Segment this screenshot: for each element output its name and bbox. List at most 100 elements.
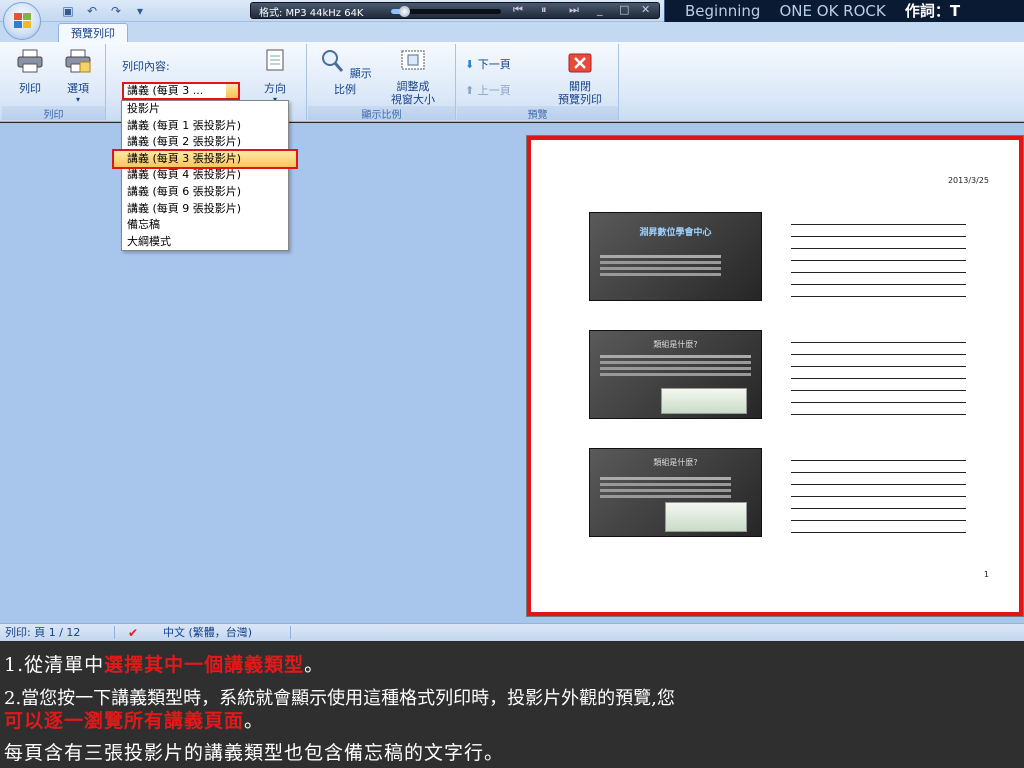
fit-label-line1: 調整成 — [396, 80, 430, 93]
options-dropdown-icon: ▾ — [75, 95, 80, 104]
chevron-down-icon[interactable] — [226, 84, 238, 98]
slide1-title: 淵昇數位學會中心 — [639, 228, 712, 238]
caption-text: 。 — [304, 654, 325, 676]
caption-highlight: 選擇其中一個講義類型 — [104, 654, 305, 676]
dropdown-item[interactable]: 講義 (每頁 6 張投影片) — [122, 184, 288, 201]
previous-track-icon[interactable]: ⏮ — [513, 3, 523, 17]
orientation-button[interactable]: 方向 ▾ — [255, 48, 295, 104]
magnifier-icon — [322, 50, 344, 72]
office-button[interactable] — [3, 2, 41, 40]
player-seek-track[interactable] — [391, 6, 501, 17]
caption-text: 。 — [244, 710, 265, 732]
note-lines-2 — [791, 342, 966, 426]
minimize-icon[interactable]: _ — [597, 3, 603, 16]
prev-page-button[interactable]: ⬆ 上一頁 — [465, 82, 511, 98]
page-date: 2013/3/25 — [947, 176, 989, 185]
close-label-line1: 關閉 — [569, 80, 591, 93]
close-preview-icon — [568, 53, 592, 73]
office-logo-icon — [14, 13, 31, 28]
caption-text: 1.從清單中 — [4, 654, 105, 676]
dropdown-item[interactable]: 投影片 — [122, 101, 288, 118]
ribbon-tab-row: 預覽列印 — [0, 22, 1024, 42]
next-page-label: 下一頁 — [477, 58, 511, 71]
slide-thumbnail-2: 類組是什麼? — [589, 330, 762, 419]
lyrics-display: Beginning ONE OK ROCK 作詞：T — [664, 0, 1024, 22]
close-preview-button[interactable]: 關閉 預覽列印 — [545, 52, 615, 106]
status-page: 列印: 頁 1 / 12 — [5, 626, 81, 639]
next-page-icon: ⬇ — [465, 58, 475, 71]
group-print-label: 列印 — [2, 106, 105, 121]
fit-window-icon — [401, 50, 425, 70]
print-what-dropdown: 投影片 講義 (每頁 1 張投影片) 講義 (每頁 2 張投影片) 講義 (每頁 3 … — [112, 100, 298, 251]
lyrics-song: Beginning — [685, 2, 761, 20]
player-seek-knob[interactable] — [399, 6, 411, 17]
slide3-picture — [665, 502, 747, 532]
caption-highlight: 可以逐一瀏覽所有講義頁面 — [4, 710, 245, 732]
lyrics-artist: ONE OK ROCK — [779, 2, 886, 20]
dropdown-item[interactable]: 講義 (每頁 1 張投影片) — [122, 118, 288, 135]
dropdown-item[interactable]: 講義 (每頁 9 張投影片) — [122, 201, 288, 218]
caption-line-3: 可以逐一瀏覽所有講義頁面。 — [4, 706, 264, 733]
print-what-combobox[interactable]: 講義 (每頁 3 ... — [122, 82, 240, 100]
quick-access-toolbar: ▣ ↶ ↷ ▾ — [60, 2, 148, 20]
orientation-label: 方向 — [264, 82, 286, 95]
redo-icon[interactable]: ↷ — [108, 3, 124, 19]
caption-line-1: 1.從清單中選擇其中一個講義類型。 — [4, 650, 324, 677]
pause-icon[interactable]: ⏸ — [541, 3, 547, 17]
slide3-title: 類組是什麼? — [653, 458, 698, 467]
status-divider — [114, 626, 115, 639]
fit-to-window-button[interactable]: 調整成 視窗大小 — [380, 48, 446, 106]
zoom-button[interactable]: 顯示比例 — [314, 48, 376, 97]
status-language[interactable]: 中文 (繁體，台灣) — [163, 624, 252, 641]
close-label-line2: 預覽列印 — [558, 93, 602, 106]
player-format: 格式: MP3 44kHz 64K — [259, 8, 364, 19]
maximize-icon[interactable]: □ — [619, 3, 629, 16]
slide-thumbnail-3: 類組是什麼? — [589, 448, 762, 537]
print-what-value: 講義 (每頁 3 ... — [127, 84, 204, 97]
orientation-icon — [266, 49, 284, 71]
page-number: 1 — [983, 570, 989, 579]
save-icon[interactable]: ▣ — [60, 3, 76, 19]
slide-thumbnail-1: 淵昇數位學會中心 — [589, 212, 762, 301]
dropdown-item[interactable]: 備忘稿 — [122, 217, 288, 234]
status-bar: 列印: 頁 1 / 12 ✔ 中文 (繁體，台灣) — [0, 623, 1024, 641]
dropdown-item[interactable]: 大綱模式 — [122, 234, 288, 251]
slide3-text — [600, 477, 731, 480]
slide2-title: 類組是什麼? — [653, 340, 698, 349]
group-zoom: 顯示比例 調整成 視窗大小 顯示比例 — [308, 44, 456, 121]
spellcheck-icon[interactable]: ✔ — [128, 626, 144, 640]
dropdown-item[interactable]: 講義 (每頁 2 張投影片) — [122, 134, 288, 151]
slide2-picture — [661, 388, 747, 414]
group-zoom-label: 顯示比例 — [308, 106, 455, 121]
options-label: 選項 — [67, 82, 89, 95]
note-lines-1 — [791, 224, 966, 308]
printer-icon — [17, 49, 43, 73]
lyrics-credit: 作詞：T — [904, 2, 961, 20]
options-button[interactable]: 選項 ▾ — [58, 48, 98, 104]
group-preview: ⬇ 下一頁 ⬆ 上一頁 關閉 預覽列印 預覽 — [457, 44, 619, 121]
slide2-text — [600, 355, 751, 358]
printer-options-icon — [65, 49, 91, 73]
close-icon[interactable]: ✕ — [641, 3, 650, 16]
print-what-label: 列印內容: — [122, 60, 170, 73]
customize-qat-icon[interactable]: ▾ — [132, 3, 148, 19]
prev-page-label: 上一頁 — [477, 84, 511, 97]
caption-panel: 1.從清單中選擇其中一個講義類型。 2.當您按一下講義類型時，系統就會顯示使用這… — [0, 642, 1024, 768]
group-print: 列印 選項 ▾ 列印 — [2, 44, 106, 121]
dropdown-item[interactable]: 講義 (每頁 3 張投影片) — [112, 148, 298, 170]
slide1-text — [600, 255, 721, 258]
tab-print-preview[interactable]: 預覽列印 — [58, 23, 128, 42]
prev-page-icon: ⬆ — [465, 84, 475, 97]
dropdown-item[interactable]: 講義 (每頁 4 張投影片) — [122, 167, 288, 184]
preview-page: 2013/3/25 淵昇數位學會中心 類組是什麼? 類組是什麼? 1 — [527, 136, 1023, 616]
title-bar: ▣ ↶ ↷ ▾ 格式: MP3 44kHz 64K ⏮ ⏸ ⏭ _ □ ✕ Be… — [0, 0, 1024, 22]
next-page-button[interactable]: ⬇ 下一頁 — [465, 56, 511, 72]
next-track-icon[interactable]: ⏭ — [569, 3, 579, 17]
undo-icon[interactable]: ↶ — [84, 3, 100, 19]
status-divider — [290, 626, 291, 639]
print-button[interactable]: 列印 — [10, 48, 50, 96]
fit-label-line2: 視窗大小 — [391, 93, 435, 106]
group-preview-label: 預覽 — [457, 106, 618, 121]
print-label: 列印 — [19, 82, 41, 95]
media-player-bar: 格式: MP3 44kHz 64K ⏮ ⏸ ⏭ _ □ ✕ — [250, 2, 660, 19]
